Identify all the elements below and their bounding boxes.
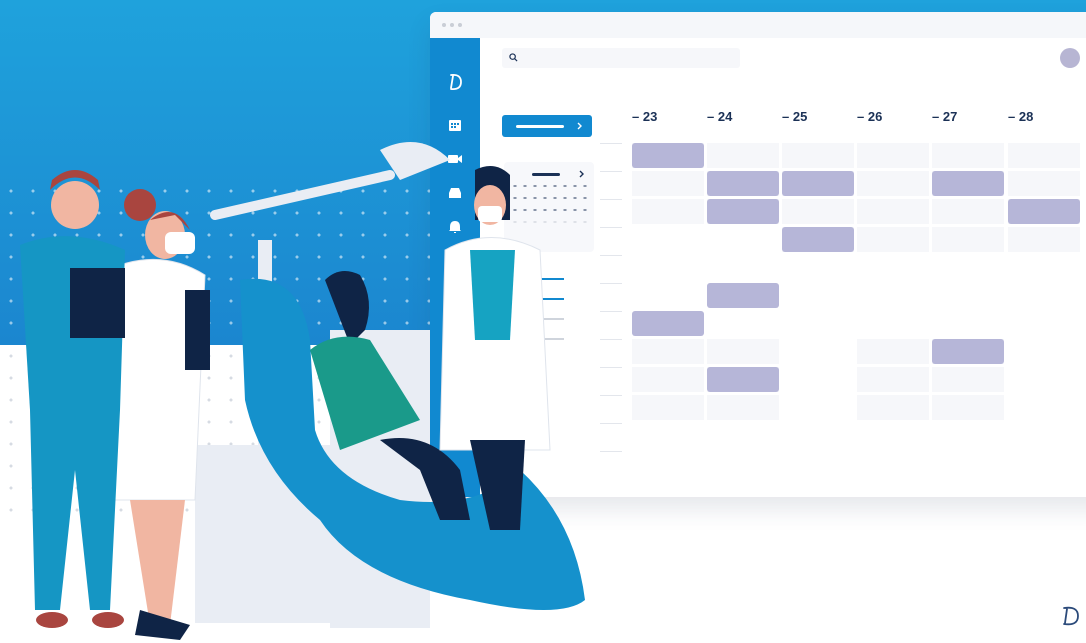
appointment-block[interactable] xyxy=(932,339,1004,364)
calendar-slot[interactable] xyxy=(932,227,1004,252)
calendar-slot[interactable] xyxy=(707,143,779,168)
calendar-slot[interactable] xyxy=(632,367,704,392)
window-titlebar xyxy=(430,12,1086,38)
chevron-right-icon xyxy=(577,122,582,130)
search-input[interactable] xyxy=(502,48,740,68)
day-header-25[interactable]: – 25 xyxy=(782,109,807,124)
appointment-block[interactable] xyxy=(632,311,704,336)
calendar-slot[interactable] xyxy=(632,339,704,364)
day-header-23[interactable]: – 23 xyxy=(632,109,657,124)
button-label-placeholder xyxy=(516,125,564,128)
calendar-slot[interactable] xyxy=(857,339,929,364)
appointment-block[interactable] xyxy=(707,283,779,308)
calendar-slot[interactable] xyxy=(1008,143,1080,168)
calendar-slot[interactable] xyxy=(632,171,704,196)
calendar-slot[interactable] xyxy=(857,395,929,420)
calendar-slot[interactable] xyxy=(932,143,1004,168)
appointment-block[interactable] xyxy=(782,227,854,252)
calendar-slot[interactable] xyxy=(1008,227,1080,252)
calendar-slot[interactable] xyxy=(932,367,1004,392)
appointment-block[interactable] xyxy=(1008,199,1080,224)
appointment-block[interactable] xyxy=(707,171,779,196)
appointment-block[interactable] xyxy=(707,199,779,224)
appointment-block[interactable] xyxy=(932,171,1004,196)
day-header-26[interactable]: – 26 xyxy=(857,109,882,124)
user-avatar[interactable] xyxy=(1060,48,1080,68)
day-header-27[interactable]: – 27 xyxy=(932,109,957,124)
calendar-slot[interactable] xyxy=(932,199,1004,224)
calendar-slot[interactable] xyxy=(782,199,854,224)
window-dot xyxy=(442,23,446,27)
calendar-slot[interactable] xyxy=(707,395,779,420)
calendar-slot[interactable] xyxy=(707,339,779,364)
appointment-block[interactable] xyxy=(782,171,854,196)
search-icon xyxy=(509,53,518,62)
window-dot xyxy=(458,23,462,27)
calendar-slot[interactable] xyxy=(857,367,929,392)
calendar-slot[interactable] xyxy=(782,143,854,168)
appointment-block[interactable] xyxy=(707,367,779,392)
logo-icon xyxy=(450,73,462,91)
day-header-24[interactable]: – 24 xyxy=(707,109,732,124)
brand-logo-icon xyxy=(1058,598,1082,632)
calendar-slot[interactable] xyxy=(857,143,929,168)
appointment-block[interactable] xyxy=(632,143,704,168)
calendar-slot[interactable] xyxy=(857,199,929,224)
calendar-slot[interactable] xyxy=(857,227,929,252)
dental-scene-illustration xyxy=(20,142,585,640)
day-header-28[interactable]: – 28 xyxy=(1008,109,1033,124)
calendar-slot[interactable] xyxy=(632,395,704,420)
window-dot xyxy=(450,23,454,27)
calendar-slot[interactable] xyxy=(1008,171,1080,196)
calendar-slot[interactable] xyxy=(932,395,1004,420)
calendar-slot[interactable] xyxy=(632,199,704,224)
calendar-slot[interactable] xyxy=(857,171,929,196)
